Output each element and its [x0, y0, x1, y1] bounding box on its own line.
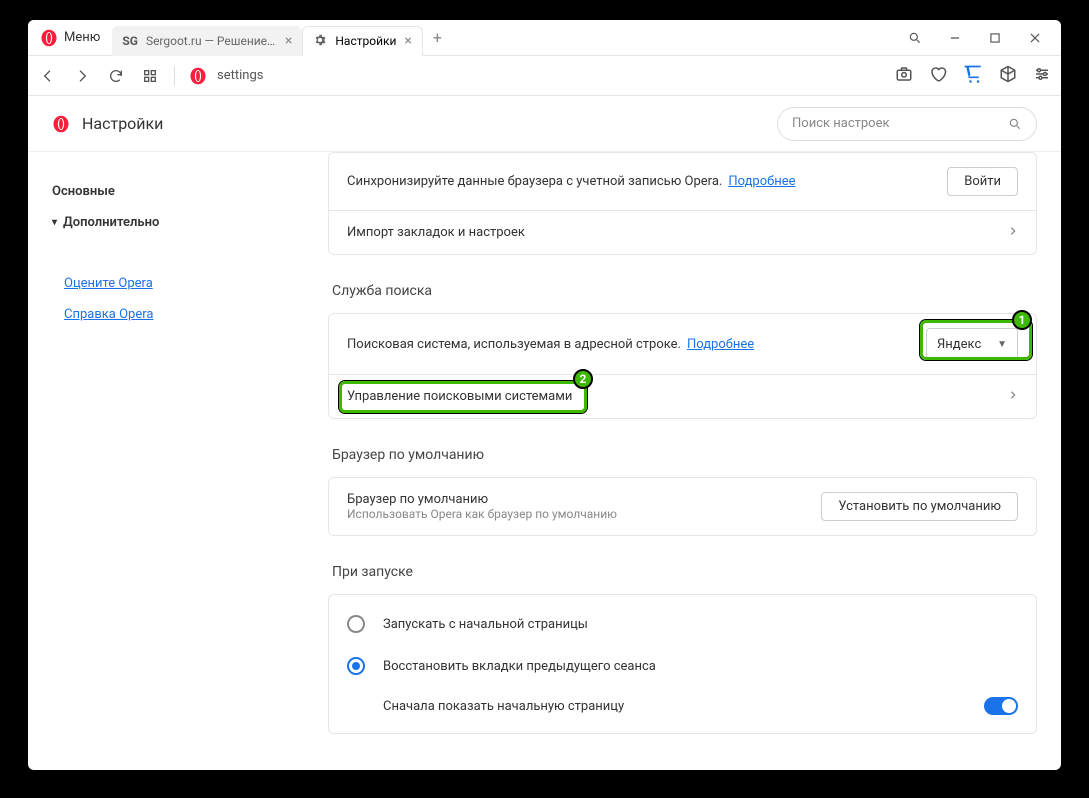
radio-icon[interactable]	[347, 615, 365, 633]
sidebar-item-basic[interactable]: Основные	[52, 176, 328, 207]
startup-sub1: Сначала показать начальную страницу	[329, 687, 1036, 725]
manage-engines-label: Управление поисковыми системами	[347, 389, 572, 404]
search-icon	[1008, 117, 1022, 131]
menu-button[interactable]: Меню	[28, 20, 112, 55]
address-bar: settings	[28, 56, 1061, 96]
dropdown-value: Яндекс	[937, 337, 981, 352]
opera-icon	[40, 29, 58, 47]
radio-icon[interactable]	[347, 657, 365, 675]
close-icon[interactable]: ×	[404, 33, 411, 49]
import-row[interactable]: Импорт закладок и настроек	[329, 210, 1036, 254]
new-tab-button[interactable]: +	[423, 28, 452, 47]
menu-label: Меню	[64, 30, 100, 45]
search-more-link[interactable]: Подробнее	[687, 337, 754, 352]
settings-body: Основные Дополнительно Оцените Opera Спр…	[28, 152, 1061, 770]
easy-setup-icon[interactable]	[1033, 65, 1051, 87]
default-browser-row: Браузер по умолчанию Использовать Opera …	[329, 478, 1036, 535]
page-title: Настройки	[52, 114, 163, 133]
highlight-badge-1: 1	[1012, 310, 1032, 330]
sync-more-link[interactable]: Подробнее	[728, 174, 795, 189]
sidebar-link-help[interactable]: Справка Opera	[52, 299, 328, 330]
address-text: settings	[217, 68, 263, 83]
import-label: Импорт закладок и настроек	[347, 225, 525, 240]
tab-title: Sergoot.ru — Решение ва...	[146, 34, 277, 48]
startup-opt1[interactable]: Запускать с начальной страницы	[329, 603, 1036, 645]
settings-main: Синхронизируйте данные браузера с учетно…	[328, 152, 1061, 770]
settings-header: Настройки Поиск настроек	[28, 96, 1061, 152]
highlight-badge-2: 2	[573, 369, 593, 389]
sidebar-item-advanced[interactable]: Дополнительно	[52, 207, 328, 238]
opera-icon	[52, 115, 70, 133]
search-engine-text: Поисковая система, используемая в адресн…	[347, 337, 681, 352]
minimize-button[interactable]	[937, 24, 973, 52]
sidebar-link-rate[interactable]: Оцените Opera	[52, 268, 328, 299]
set-default-button[interactable]: Установить по умолчанию	[821, 492, 1018, 521]
default-browser-title: Браузер по умолчанию	[332, 447, 1037, 463]
close-icon[interactable]: ×	[285, 33, 292, 49]
toggle-show-start[interactable]	[984, 697, 1018, 715]
maximize-button[interactable]	[977, 24, 1013, 52]
startup-card: Запускать с начальной страницы Восстанов…	[328, 594, 1037, 734]
address-field[interactable]: settings	[189, 67, 881, 85]
tab-title: Настройки	[335, 34, 396, 48]
browser-window: Меню SG Sergoot.ru — Решение ва... × Нас…	[28, 20, 1061, 770]
settings-sidebar: Основные Дополнительно Оцените Opera Спр…	[28, 152, 328, 770]
search-engine-dropdown[interactable]: Яндекс ▼	[926, 328, 1018, 360]
login-button[interactable]: Войти	[947, 167, 1018, 196]
default-browser-label: Браузер по умолчанию	[347, 492, 617, 507]
startup-opt2[interactable]: Восстановить вкладки предыдущего сеанса	[329, 645, 1036, 687]
settings-search[interactable]: Поиск настроек	[777, 107, 1037, 141]
chevron-down-icon: ▼	[997, 339, 1007, 350]
close-button[interactable]	[1017, 24, 1053, 52]
search-placeholder: Поиск настроек	[792, 116, 890, 131]
chevron-right-icon	[1008, 389, 1018, 404]
opera-icon	[189, 67, 207, 85]
back-button[interactable]	[38, 66, 58, 86]
reload-button[interactable]	[106, 66, 126, 86]
sync-row: Синхронизируйте данные браузера с учетно…	[329, 153, 1036, 210]
chevron-right-icon	[1008, 225, 1018, 240]
tab-active[interactable]: Настройки ×	[302, 26, 423, 56]
default-browser-card: Браузер по умолчанию Использовать Opera …	[328, 477, 1037, 536]
sync-text: Синхронизируйте данные браузера с учетно…	[347, 174, 722, 189]
sync-card: Синхронизируйте данные браузера с учетно…	[328, 152, 1037, 255]
manage-engines-row[interactable]: Управление поисковыми системами 2	[329, 374, 1036, 418]
startup-title: При запуске	[332, 564, 1037, 580]
sg-icon: SG	[122, 34, 138, 48]
toolbar-icons	[895, 64, 1051, 88]
gear-icon	[313, 33, 327, 50]
search-icon[interactable]	[897, 24, 933, 52]
tab-background[interactable]: SG Sergoot.ru — Решение ва... ×	[112, 26, 302, 56]
search-section-title: Служба поиска	[332, 283, 1037, 299]
separator	[174, 66, 175, 86]
cube-icon[interactable]	[999, 65, 1017, 87]
default-browser-sub: Использовать Opera как браузер по умолча…	[347, 507, 617, 521]
heart-icon[interactable]	[929, 65, 947, 87]
cart-icon[interactable]	[963, 64, 983, 88]
speed-dial-icon[interactable]	[140, 66, 160, 86]
search-engine-row: Поисковая система, используемая в адресн…	[329, 314, 1036, 374]
search-card: Поисковая система, используемая в адресн…	[328, 313, 1037, 419]
snapshot-icon[interactable]	[895, 65, 913, 87]
titlebar: Меню SG Sergoot.ru — Решение ва... × Нас…	[28, 20, 1061, 56]
forward-button[interactable]	[72, 66, 92, 86]
window-controls	[897, 24, 1061, 52]
